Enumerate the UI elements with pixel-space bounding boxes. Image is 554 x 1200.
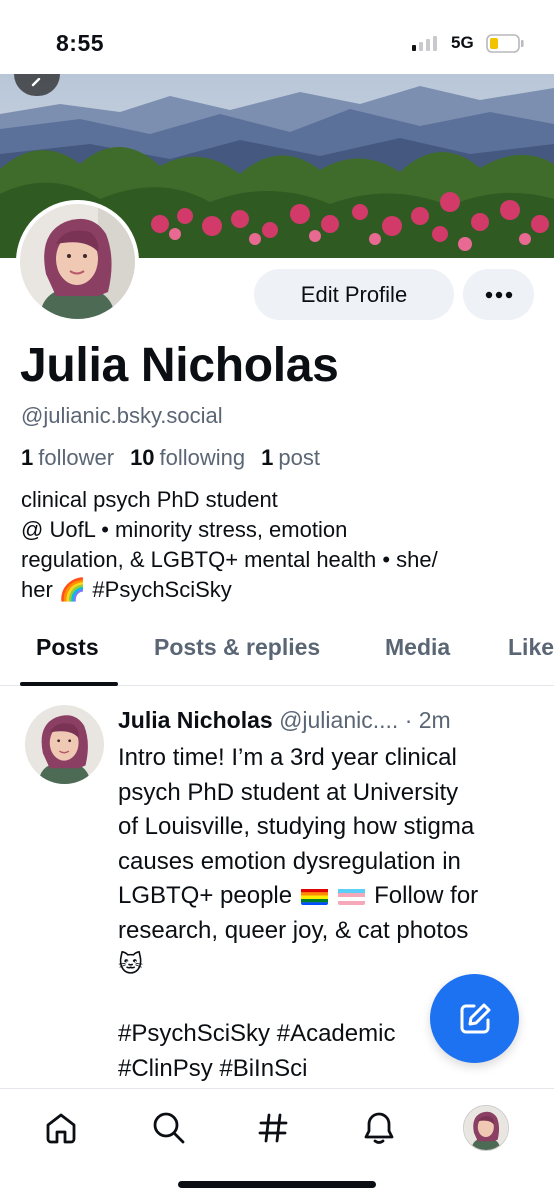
nav-profile-avatar[interactable] xyxy=(463,1105,509,1151)
post-line: Intro time! I’m a 3rd year clinical xyxy=(118,744,457,771)
transgender-flag-icon xyxy=(338,885,366,905)
post-avatar[interactable] xyxy=(25,705,104,784)
nav-notifications[interactable] xyxy=(358,1107,400,1149)
compose-button[interactable] xyxy=(430,974,519,1063)
home-indicator xyxy=(178,1181,376,1188)
post-line-suffix: Follow for xyxy=(374,882,479,909)
profile-bio: clinical psych PhD student @ UofL • mino… xyxy=(21,485,541,605)
hashtag-icon xyxy=(258,1113,288,1143)
post-line: causes emotion dysregulation in xyxy=(118,847,461,875)
status-time: 8:55 xyxy=(56,30,105,56)
battery-icon xyxy=(486,34,524,53)
profile-handle: @julianic.bsky.social xyxy=(21,403,223,428)
notifications-icon xyxy=(364,1112,394,1144)
nav-feeds[interactable] xyxy=(252,1107,294,1149)
home-icon xyxy=(46,1113,76,1144)
posts-label: post xyxy=(278,445,320,470)
profile-avatar[interactable] xyxy=(16,200,139,323)
display-name: Julia Nicholas xyxy=(20,339,339,392)
bio-line: @ UofL • minority stress, emotion xyxy=(21,517,348,542)
followers-label: follower xyxy=(38,445,115,470)
status-bar: 8:55 5G xyxy=(0,0,554,74)
bio-line: regulation, & LGBTQ+ mental health • she… xyxy=(21,547,438,572)
bio-line: clinical psych PhD student xyxy=(21,487,278,512)
posts-count: 1 xyxy=(261,445,274,470)
network-label: 5G xyxy=(451,33,474,52)
rainbow-flag-icon xyxy=(300,885,328,905)
post-line-with-flags: LGBTQ+ people Follow for xyxy=(118,879,538,914)
ellipsis-icon xyxy=(485,291,512,298)
post-header: Julia Nicholas @julianic.... · 2m xyxy=(118,707,451,734)
following-count: 10 xyxy=(130,445,155,470)
post-line: psych PhD student at University xyxy=(118,778,459,806)
profile-tabs: Posts Posts & replies Media Like xyxy=(0,620,554,686)
nav-search[interactable] xyxy=(148,1107,190,1149)
edit-profile-button[interactable]: Edit Profile xyxy=(254,269,454,320)
post-handle[interactable]: @julianic.... xyxy=(279,707,398,733)
post-line: LGBTQ+ people xyxy=(118,882,293,909)
post-line: of Louisville, studying how stigma xyxy=(118,813,475,840)
active-tab-indicator xyxy=(20,682,118,686)
more-button[interactable] xyxy=(463,269,534,320)
bio-line: her 🌈 #PsychSciSky xyxy=(21,577,232,602)
following-label: following xyxy=(159,445,246,470)
followers-count: 1 xyxy=(21,445,34,470)
followers-stat[interactable]: 1 follower xyxy=(21,445,114,471)
tab-media[interactable]: Media xyxy=(385,634,450,661)
tab-posts-and-replies[interactable]: Posts & replies xyxy=(154,634,320,661)
tab-likes[interactable]: Like xyxy=(508,634,554,661)
search-icon xyxy=(153,1112,185,1144)
following-stat[interactable]: 10 following xyxy=(130,445,245,471)
nav-home[interactable] xyxy=(40,1107,82,1149)
signal-icon xyxy=(412,35,437,51)
chevron-left-icon xyxy=(31,78,41,87)
posts-stat: 1 post xyxy=(261,445,320,471)
post-separator: · xyxy=(404,707,413,733)
tab-posts[interactable]: Posts xyxy=(36,634,99,661)
profile-stats: 1 follower 10 following 1 post xyxy=(21,445,320,471)
post-author[interactable]: Julia Nicholas xyxy=(118,707,273,733)
post-time: 2m xyxy=(418,707,451,733)
compose-icon xyxy=(460,1003,490,1033)
post-line: research, queer joy, & cat photos xyxy=(118,916,469,944)
